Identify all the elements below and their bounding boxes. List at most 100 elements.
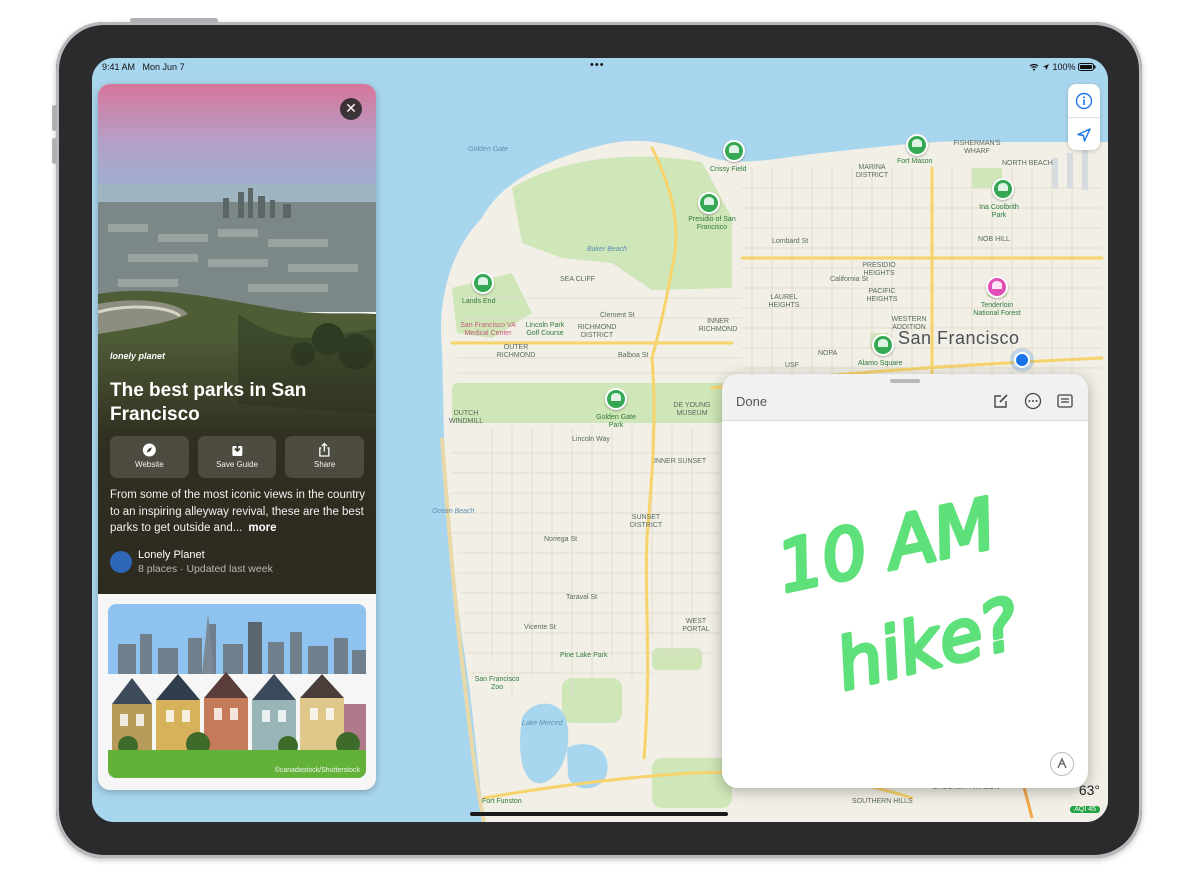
map-label: San Francisco VA Medical Center — [460, 322, 516, 337]
map-pin-ina-coolbrith[interactable] — [992, 178, 1014, 200]
map-label: Crissy Field — [710, 166, 747, 173]
lonely-planet-logo: lonely planet — [110, 351, 166, 361]
pencil-tool-button[interactable] — [1050, 752, 1074, 776]
map-label: DE YOUNG MUSEUM — [673, 402, 711, 417]
quick-note-window: Done 10 AM hike? — [722, 374, 1088, 788]
website-button[interactable]: Website — [110, 436, 189, 478]
map-pin-tenderloin[interactable] — [986, 276, 1008, 298]
compass-icon — [142, 443, 156, 457]
share-label: Share — [314, 460, 336, 469]
author-name: Lonely Planet — [138, 549, 205, 561]
map-label: OUTER RICHMOND — [496, 344, 536, 359]
map-label: Ocean Beach — [432, 508, 475, 515]
map-label: DUTCH WINDMILL — [448, 410, 484, 425]
status-time-date: 9:41 AM Mon Jun 7 — [102, 62, 185, 72]
pencil-tip-icon — [1057, 757, 1067, 769]
map-label: Alamo Square — [858, 360, 903, 367]
handwriting-ink: 10 AM hike? — [768, 481, 1029, 709]
photo-credit: ©canadastock/Shutterstock — [274, 767, 360, 774]
more-link[interactable]: more — [248, 522, 276, 534]
map-label: RICHMOND DISTRICT — [577, 324, 617, 339]
map-label: Baker Beach — [587, 246, 628, 253]
map-location-button[interactable] — [1068, 117, 1100, 151]
map-label: Fort Funston — [482, 798, 522, 805]
status-date: Mon Jun 7 — [142, 62, 185, 72]
map-label: Taraval St — [566, 594, 598, 601]
save-guide-icon — [232, 443, 243, 456]
ipad-screen: Golden Gate Crissy Field Fort Mason FISH… — [92, 58, 1108, 822]
note-toolbar: Done — [722, 374, 1088, 421]
note-toolbar-icons — [992, 392, 1074, 410]
map-info-button[interactable] — [1068, 84, 1100, 117]
notes-list-icon[interactable] — [1056, 392, 1074, 410]
map-pin-crissy-field[interactable] — [723, 140, 745, 162]
handwriting-line-1: 10 AM — [770, 483, 1002, 609]
map-label: San Francisco Zoo — [474, 676, 520, 691]
map-pin-alamo-square[interactable] — [872, 334, 894, 356]
volume-up-button — [52, 105, 57, 131]
map-controls — [1068, 84, 1100, 150]
map-label: Fort Mason — [897, 158, 933, 165]
done-button[interactable]: Done — [736, 394, 767, 409]
guide-actions: Website Save Guide Share — [110, 436, 365, 478]
handwriting-line-2: hike? — [828, 582, 1027, 706]
map-label: Vicente St — [524, 624, 556, 631]
aqi-badge: AQI 45 — [1070, 806, 1100, 813]
location-arrow-icon — [1077, 127, 1091, 142]
map-pin-fort-mason[interactable] — [906, 134, 928, 156]
info-icon — [1075, 92, 1093, 109]
map-label: Lincoln Way — [572, 436, 610, 443]
close-button[interactable]: ✕ — [340, 98, 362, 120]
note-canvas[interactable]: 10 AM hike? — [722, 420, 1088, 788]
guide-description-text: From some of the most iconic views in th… — [110, 489, 366, 534]
status-time: 9:41 AM — [102, 62, 136, 72]
map-label: Clement St — [600, 312, 635, 319]
map-pin-presidio[interactable] — [698, 192, 720, 214]
map-label: NOB HILL — [978, 236, 1010, 243]
status-bar: 9:41 AM Mon Jun 7 ••• 100% — [92, 58, 1108, 76]
guide-card: ✕ lonely planet The best parks in San Fr… — [98, 84, 376, 790]
map-label: USF — [785, 362, 799, 369]
map-label: Golden Gate Park — [596, 414, 636, 429]
close-icon: ✕ — [345, 101, 357, 117]
share-button[interactable]: Share — [285, 436, 365, 478]
more-options-icon[interactable] — [1024, 392, 1042, 410]
map-city-label: San Francisco — [898, 328, 1020, 348]
top-button — [130, 18, 218, 23]
home-indicator[interactable] — [470, 812, 728, 816]
map-label: Balboa St — [618, 352, 649, 359]
map-label: Pine Lake Park — [560, 652, 608, 659]
weather-temperature: 63° — [1078, 782, 1100, 798]
map-label: Presidio of San Francisco — [688, 216, 736, 231]
map-label: California St — [830, 276, 869, 283]
map-label: INNER SUNSET — [654, 458, 707, 465]
note-grabber-handle[interactable] — [890, 379, 920, 383]
map-label: Noriega St — [544, 536, 578, 543]
compose-icon[interactable] — [992, 392, 1010, 410]
user-location-dot — [1014, 352, 1030, 368]
map-pin-golden-gate-park[interactable] — [605, 388, 627, 410]
map-label: Lake Merced — [522, 720, 563, 727]
map-label: WEST PORTAL — [682, 618, 710, 633]
map-label: SEA CLIFF — [560, 276, 596, 283]
map-label: Ina Coolbrith Park — [979, 204, 1019, 219]
map-label: Tenderloin National Forest — [973, 302, 1021, 317]
multitasking-dots-icon[interactable]: ••• — [590, 59, 605, 71]
painted-ladies-photo[interactable]: ©canadastock/Shutterstock — [108, 604, 366, 778]
map-label: NORTH BEACH — [1002, 160, 1053, 167]
map-label: MARINA DISTRICT — [855, 164, 889, 179]
map-pin-lands-end[interactable] — [472, 272, 494, 294]
weather-widget[interactable]: 63° AQI 45 — [1060, 782, 1100, 816]
map-label: PACIFIC HEIGHTS — [866, 288, 898, 303]
wifi-icon — [1030, 63, 1039, 71]
lonely-planet-avatar — [110, 551, 132, 573]
map-label: Golden Gate — [468, 146, 508, 153]
status-right: 100% — [1029, 62, 1096, 72]
website-label: Website — [134, 460, 164, 469]
map-label: NOPA — [818, 350, 838, 357]
map-label: Lincoln Park Golf Course — [525, 322, 565, 337]
location-arrow-icon — [1042, 64, 1049, 70]
map-label: SOUTHERN HILLS — [852, 798, 913, 805]
save-guide-button[interactable]: Save Guide — [197, 436, 277, 478]
map-label: INNER RICHMOND — [698, 318, 738, 333]
